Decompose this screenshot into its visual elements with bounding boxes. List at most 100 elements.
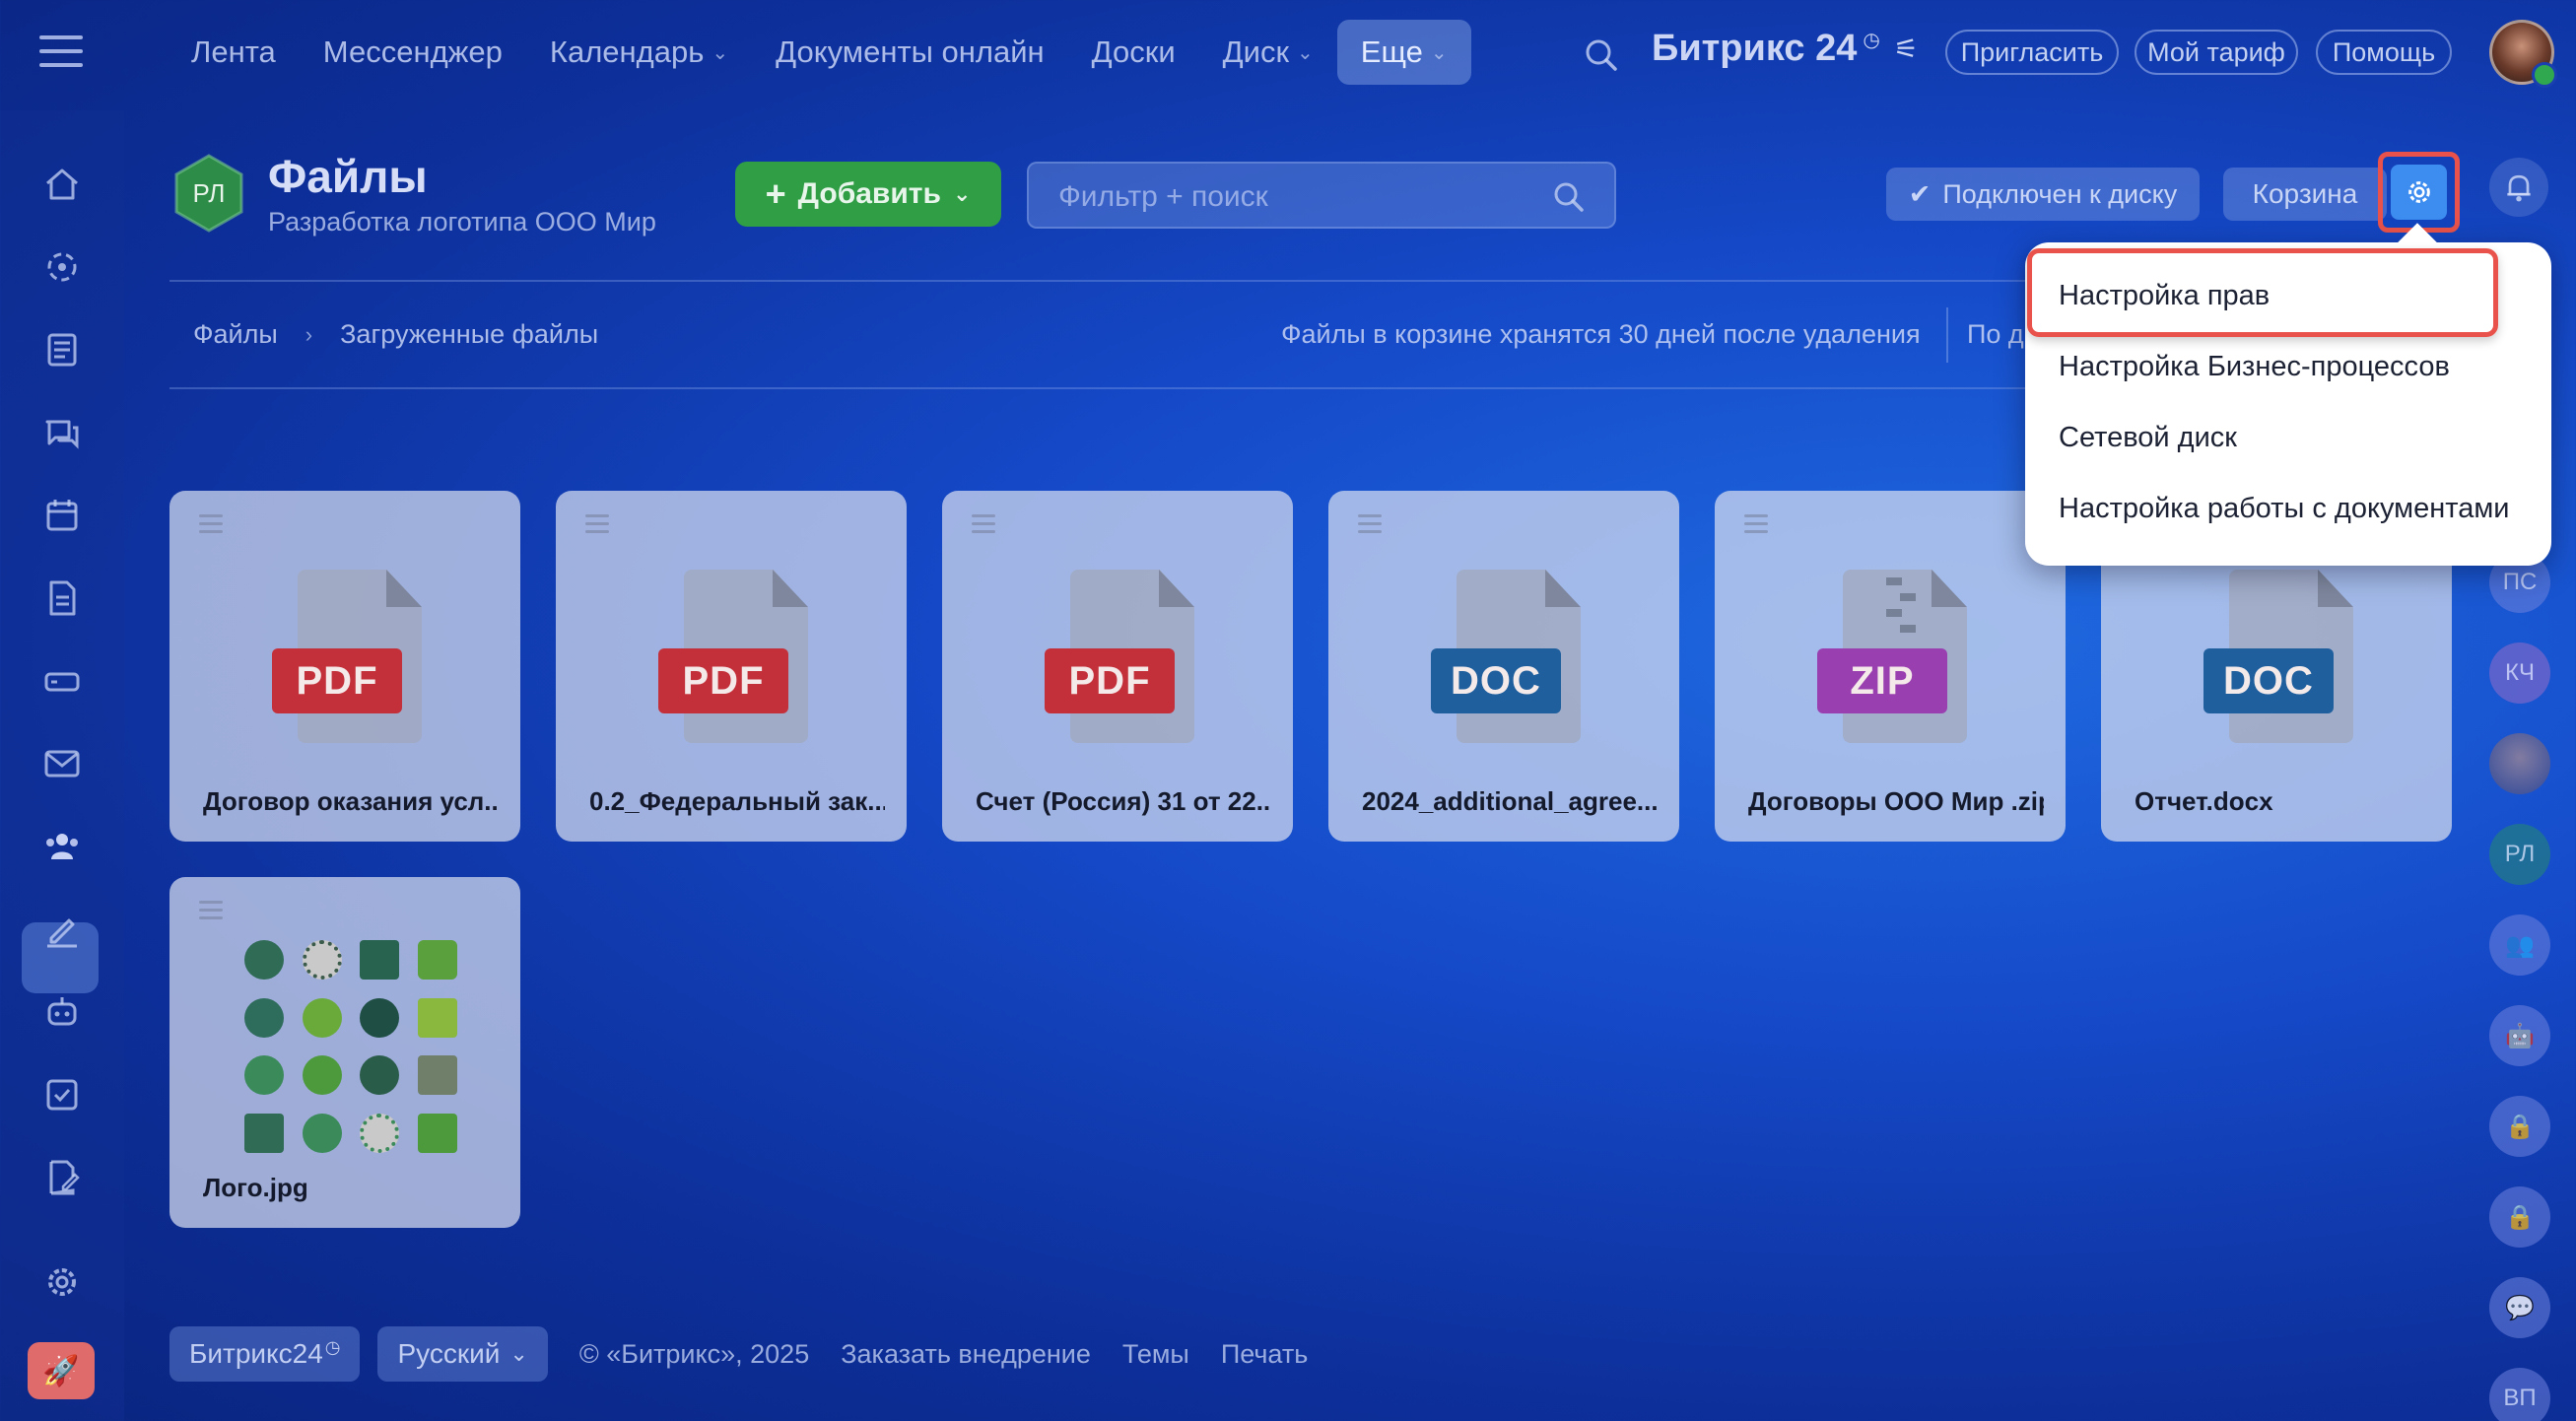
contact-avatar-rl[interactable]: РЛ	[2489, 824, 2550, 885]
edit-document-icon[interactable]	[37, 1153, 87, 1202]
search-icon[interactable]	[1551, 179, 1587, 215]
chevron-down-icon: ⌄	[509, 1341, 528, 1366]
sign-icon[interactable]	[37, 905, 87, 954]
copyright-text: © «Битрикс», 2025	[578, 1338, 810, 1369]
notifications-bell-icon[interactable]	[2489, 158, 2548, 217]
chevron-down-icon: ⌄	[712, 41, 729, 64]
search-input[interactable]	[1058, 177, 1531, 217]
clock-icon: ◷	[324, 1336, 341, 1357]
groups-icon[interactable]	[37, 822, 87, 871]
sliders-icon[interactable]: ⚟	[1894, 33, 1919, 65]
add-button[interactable]: + Добавить ⌄	[735, 162, 1001, 227]
drag-handle-icon[interactable]	[585, 514, 609, 538]
language-label: Русский	[397, 1338, 501, 1369]
breadcrumb-item-uploaded[interactable]: Загруженные файлы	[340, 319, 598, 350]
nav-item-documents-online[interactable]: Документы онлайн	[752, 20, 1068, 85]
support-chat-icon[interactable]: 💬	[2489, 1277, 2550, 1338]
chevron-down-icon: ⌄	[952, 181, 972, 206]
tasks-icon[interactable]	[37, 1070, 87, 1119]
my-tariff-button[interactable]: Мой тариф	[2135, 30, 2298, 75]
drag-handle-icon[interactable]	[199, 514, 223, 538]
page-subtitle: Разработка логотипа ООО Мир	[268, 207, 656, 237]
footer-link-print[interactable]: Печать	[1221, 1339, 1308, 1370]
workgroup-logo: РЛ	[169, 154, 248, 233]
robot-icon[interactable]	[37, 987, 87, 1037]
search-icon[interactable]	[1582, 35, 1621, 75]
mail-icon[interactable]	[37, 739, 87, 788]
connected-label: Подключен к диску	[1942, 178, 2178, 209]
settings-gear-icon[interactable]	[37, 1257, 87, 1307]
help-button[interactable]: Помощь	[2316, 30, 2452, 75]
plus-icon: +	[765, 173, 786, 214]
breadcrumb-item-files[interactable]: Файлы	[193, 319, 278, 350]
left-sidebar: 🚀	[0, 110, 124, 1421]
drag-handle-icon[interactable]	[972, 514, 995, 538]
breadcrumb: Файлы › Загруженные файлы	[193, 319, 598, 350]
svg-text:РЛ: РЛ	[193, 178, 226, 208]
feed-icon[interactable]	[37, 325, 87, 374]
highlight-frame	[2027, 248, 2498, 337]
file-name: Договоры ООО Мир .zip	[1748, 786, 2044, 816]
nav-item-messenger[interactable]: Мессенджер	[300, 20, 526, 85]
contact-avatar-photo[interactable]	[2489, 733, 2550, 794]
menu-item-business-processes[interactable]: Настройка Бизнес-процессов	[2059, 351, 2450, 383]
footer-link-order[interactable]: Заказать внедрение	[841, 1339, 1091, 1370]
file-card[interactable]: Лого.jpg	[169, 877, 520, 1228]
chevron-down-icon: ⌄	[1430, 41, 1448, 64]
menu-burger-icon[interactable]	[39, 35, 83, 75]
file-card[interactable]: ZIP Договоры ООО Мир .zip	[1715, 491, 2066, 842]
menu-item-document-settings[interactable]: Настройка работы с документами	[2059, 493, 2509, 525]
calendar-icon[interactable]	[37, 491, 87, 540]
rocket-icon[interactable]: 🚀	[28, 1342, 95, 1399]
bot-icon[interactable]: 🤖	[2489, 1005, 2550, 1066]
footer-brand-label: Битрикс24	[189, 1338, 323, 1369]
clock-icon: ◷	[1863, 30, 1880, 51]
footer-link-themes[interactable]: Темы	[1122, 1339, 1189, 1370]
file-card[interactable]: PDF Договор оказания усл...	[169, 491, 520, 842]
footer: Битрикс24 ◷ Русский ⌄ © «Битрикс», 2025 …	[169, 1326, 1308, 1382]
file-name: Счет (Россия) 31 от 22...	[976, 786, 1271, 816]
drag-handle-icon[interactable]	[199, 901, 223, 924]
lock-icon[interactable]: 🔒	[2489, 1186, 2550, 1248]
menu-item-network-drive[interactable]: Сетевой диск	[2059, 422, 2237, 454]
document-icon[interactable]	[37, 574, 87, 623]
image-thumbnail	[244, 940, 461, 1157]
nav-item-boards[interactable]: Доски	[1068, 20, 1199, 85]
chevron-right-icon: ›	[305, 321, 313, 347]
doc-file-icon: DOC	[2203, 570, 2353, 743]
settings-button[interactable]	[2378, 152, 2460, 233]
crm-icon[interactable]	[37, 242, 87, 292]
connected-to-disk-button[interactable]: ✔ Подключен к диску	[1886, 168, 2200, 221]
add-button-label: Добавить	[797, 177, 941, 210]
contact-avatar-kch[interactable]: КЧ	[2489, 643, 2550, 704]
trash-button[interactable]: Корзина	[2223, 168, 2387, 221]
chevron-down-icon: ⌄	[1297, 41, 1314, 64]
drag-handle-icon[interactable]	[1358, 514, 1382, 538]
chat-icon[interactable]	[37, 408, 87, 457]
doc-file-icon: DOC	[1431, 570, 1581, 743]
footer-brand-button[interactable]: Битрикс24 ◷	[169, 1326, 361, 1382]
file-name: Лого.jpg	[203, 1173, 308, 1202]
nav-item-disk[interactable]: Диск ⌄	[1199, 20, 1337, 85]
file-name: 0.2_Федеральный зак...	[589, 786, 885, 816]
disk-icon[interactable]	[37, 656, 87, 706]
page-title: Файлы	[268, 151, 428, 202]
file-card[interactable]: PDF 0.2_Федеральный зак...	[556, 491, 907, 842]
drag-handle-icon[interactable]	[1744, 514, 1768, 538]
nav-item-calendar[interactable]: Календарь ⌄	[526, 20, 752, 85]
online-status-icon	[2532, 62, 2557, 88]
user-avatar[interactable]	[2489, 20, 2557, 88]
contact-avatar-vp[interactable]: ВП	[2489, 1368, 2550, 1421]
file-card[interactable]: DOC 2024_additional_agree...	[1328, 491, 1679, 842]
nav-item-more[interactable]: Еще ⌄	[1336, 20, 1471, 85]
group-chat-icon[interactable]: 👥	[2489, 914, 2550, 976]
language-selector[interactable]: Русский ⌄	[377, 1326, 548, 1382]
file-card[interactable]: PDF Счет (Россия) 31 от 22...	[942, 491, 1293, 842]
filter-search-box[interactable]	[1027, 162, 1616, 229]
brand-logo[interactable]: Битрикс 24 ◷ ⚟	[1652, 28, 1919, 70]
nav-item-feed[interactable]: Лента	[168, 20, 300, 85]
invite-button[interactable]: Пригласить	[1945, 30, 2119, 75]
lock-icon[interactable]: 🔒	[2489, 1096, 2550, 1157]
home-icon[interactable]	[37, 160, 87, 209]
checkmark-icon: ✔	[1908, 178, 1932, 209]
